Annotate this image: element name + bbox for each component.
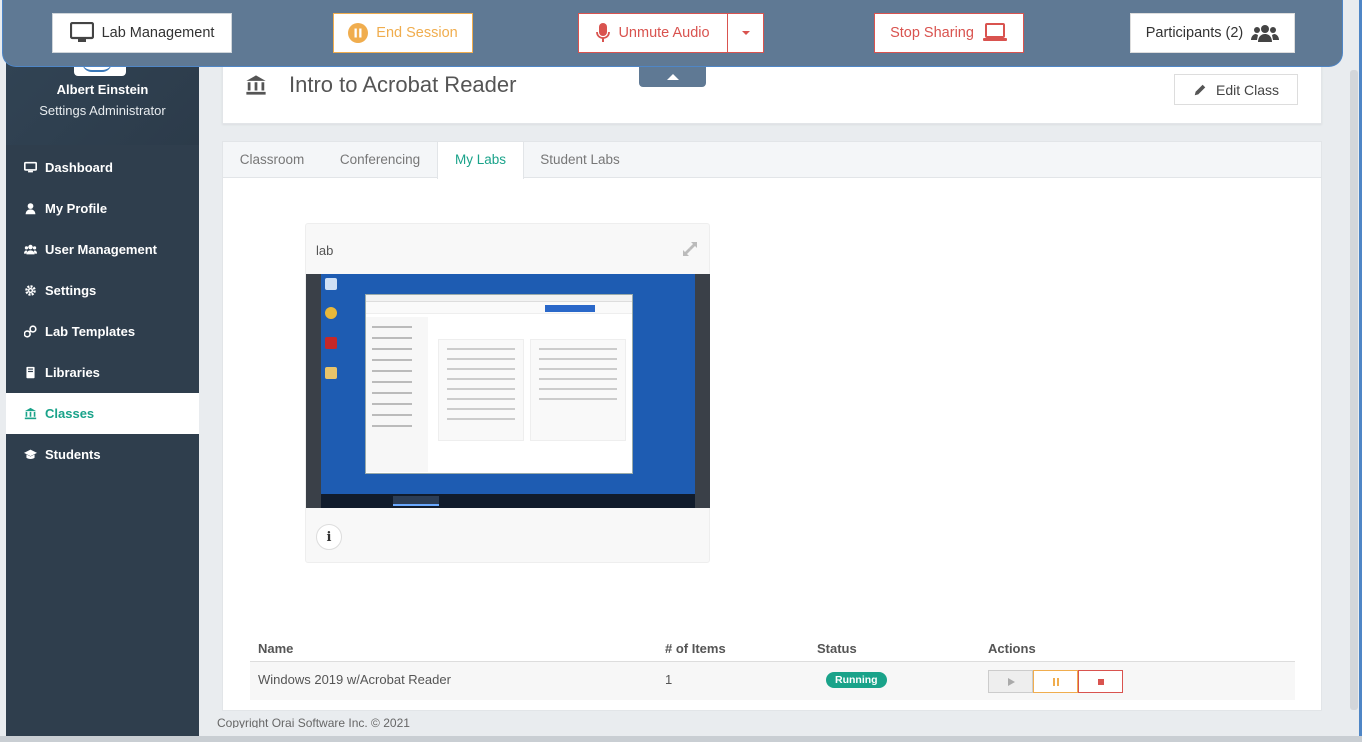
- edit-class-button[interactable]: Edit Class: [1174, 74, 1298, 105]
- pause-circle-icon: [348, 23, 369, 43]
- sidebar-item-classes[interactable]: Classes: [6, 393, 199, 434]
- sidebar-nav: Dashboard My Profile User Management Set…: [6, 147, 199, 475]
- sidebar-item-label: Libraries: [45, 365, 100, 380]
- row-actions: [988, 670, 1123, 693]
- horizontal-scrollbar[interactable]: [0, 736, 1362, 742]
- sidebar-item-students[interactable]: Students: [6, 434, 199, 475]
- sidebar-item-label: Lab Templates: [45, 324, 136, 339]
- chrome-icon: [325, 307, 337, 319]
- lab-row-items: 1: [665, 672, 673, 687]
- sidebar-item-lab-templates[interactable]: Lab Templates: [6, 311, 199, 352]
- folder-icon: [325, 367, 337, 379]
- stop-sharing-button[interactable]: Stop Sharing: [874, 13, 1024, 53]
- tab-my-labs[interactable]: My Labs: [437, 142, 524, 179]
- sidebar-item-user-management[interactable]: User Management: [6, 229, 199, 270]
- unmute-audio-button[interactable]: Unmute Audio: [578, 13, 728, 53]
- flask-icon: [23, 325, 37, 339]
- sidebar-item-settings[interactable]: Settings: [6, 270, 199, 311]
- microphone-icon: [596, 23, 611, 42]
- unmute-audio-label: Unmute Audio: [618, 25, 710, 41]
- class-header: Intro to Acrobat Reader Edit Class: [222, 60, 1322, 124]
- tab-conferencing[interactable]: Conferencing: [323, 142, 437, 178]
- gear-icon: [23, 284, 37, 298]
- sidebar: Albert Einstein Settings Administrator D…: [6, 0, 199, 742]
- table-header: Name # of Items Status Actions: [250, 635, 1295, 662]
- acrobat-window: [365, 294, 633, 474]
- table-row: Windows 2019 w/Acrobat Reader 1 Running: [250, 662, 1295, 700]
- monitor-icon: [23, 161, 37, 175]
- profile-name: Albert Einstein: [56, 82, 149, 97]
- lab-screen-preview[interactable]: [306, 274, 710, 508]
- users-icon: [23, 243, 37, 257]
- profile-role: Settings Administrator: [39, 103, 166, 118]
- recycle-bin-icon: [325, 278, 337, 290]
- expand-icon[interactable]: [682, 241, 698, 262]
- remote-desktop: [321, 274, 695, 508]
- stop-sharing-label: Stop Sharing: [890, 25, 974, 41]
- start-button[interactable]: [988, 670, 1033, 693]
- end-session-label: End Session: [376, 25, 458, 41]
- pause-button[interactable]: [1033, 670, 1078, 693]
- audio-options-dropdown[interactable]: [727, 13, 764, 53]
- tab-bar: Classroom Conferencing My Labs Student L…: [223, 142, 1321, 179]
- monitor-icon: [69, 22, 94, 42]
- chevron-up-icon: [666, 74, 679, 80]
- edit-class-label: Edit Class: [1215, 81, 1280, 98]
- collapse-toolbar-button[interactable]: [639, 67, 706, 87]
- tab-classroom[interactable]: Classroom: [223, 142, 321, 178]
- column-header-name: Name: [258, 641, 294, 656]
- column-header-actions: Actions: [988, 641, 1036, 656]
- column-header-status: Status: [817, 641, 857, 656]
- sidebar-item-label: User Management: [45, 242, 157, 257]
- tab-student-labs[interactable]: Student Labs: [526, 142, 634, 178]
- lab-row-name: Windows 2019 w/Acrobat Reader: [258, 672, 451, 687]
- footer-copyright: Copyright Orai Software Inc. © 2021: [217, 716, 410, 728]
- pause-icon: [1052, 677, 1059, 686]
- labs-table: Name # of Items Status Actions Windows 2…: [250, 635, 1295, 700]
- lab-management-label: Lab Management: [101, 25, 215, 41]
- taskbar: [321, 494, 695, 508]
- institution-icon: [23, 407, 37, 421]
- sidebar-item-label: Settings: [45, 283, 97, 298]
- lab-card: lab i: [305, 223, 710, 563]
- info-button[interactable]: i: [316, 524, 342, 550]
- session-toolbar: Lab Management End Session Unmute Audio …: [2, 0, 1343, 67]
- sidebar-item-label: Classes: [45, 406, 95, 421]
- class-panel: Classroom Conferencing My Labs Student L…: [222, 141, 1322, 711]
- status-badge: Running: [826, 672, 887, 688]
- acrobat-icon: [325, 337, 337, 349]
- sidebar-item-dashboard[interactable]: Dashboard: [6, 147, 199, 188]
- stop-icon: [1097, 678, 1104, 685]
- participants-label: Participants (2): [1145, 25, 1244, 41]
- sidebar-item-my-profile[interactable]: My Profile: [6, 188, 199, 229]
- column-header-items: # of Items: [665, 641, 726, 656]
- sidebar-item-label: My Profile: [45, 201, 108, 216]
- sidebar-item-libraries[interactable]: Libraries: [6, 352, 199, 393]
- sidebar-item-label: Students: [45, 447, 101, 462]
- play-icon: [1007, 677, 1015, 686]
- stop-button[interactable]: [1078, 670, 1123, 693]
- institution-icon: [244, 74, 268, 101]
- sidebar-item-label: Dashboard: [45, 160, 113, 175]
- page-title: Intro to Acrobat Reader: [289, 72, 517, 97]
- participants-button[interactable]: Participants (2): [1130, 13, 1295, 53]
- book-icon: [23, 366, 37, 380]
- graduation-cap-icon: [23, 448, 37, 462]
- users-icon: [1251, 25, 1280, 42]
- lab-management-button[interactable]: Lab Management: [52, 13, 232, 53]
- user-icon: [23, 202, 37, 216]
- lab-name: lab: [316, 243, 334, 258]
- pencil-icon: [1194, 84, 1206, 95]
- laptop-icon: [982, 23, 1007, 41]
- chevron-down-icon: [741, 31, 750, 35]
- end-session-button[interactable]: End Session: [333, 13, 473, 53]
